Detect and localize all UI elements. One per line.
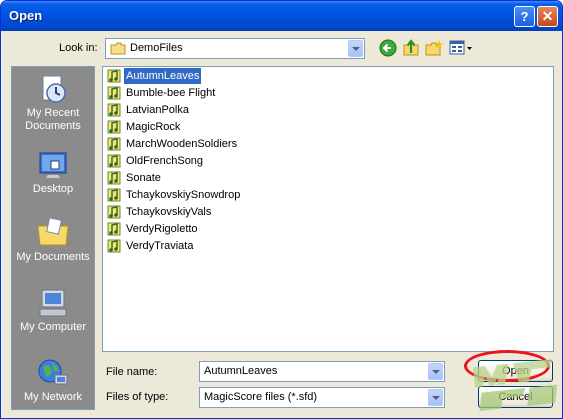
back-icon[interactable] <box>379 39 397 57</box>
file-name-input[interactable]: AutumnLeaves <box>199 361 445 382</box>
magicscore-file-icon <box>107 205 121 219</box>
file-name: VerdyRigoletto <box>126 223 198 235</box>
file-name-label: File name: <box>106 366 158 378</box>
place-my-documents[interactable]: My Documents <box>12 217 94 264</box>
file-name: MarchWoodenSoldiers <box>126 138 238 150</box>
look-in-dropdown[interactable]: DemoFiles <box>105 38 365 59</box>
magicscore-file-icon <box>107 188 121 202</box>
magicscore-file-icon <box>107 222 121 236</box>
file-name: TchaykovskiyVals <box>126 206 212 218</box>
file-name-value: AutumnLeaves <box>204 365 278 377</box>
file-name: Bumble-bee Flight <box>126 87 216 99</box>
magicscore-file-icon <box>107 154 121 168</box>
new-folder-icon[interactable] <box>425 39 443 57</box>
recent-documents-icon <box>42 75 66 103</box>
dialog-title: Open <box>9 8 43 23</box>
help-button[interactable]: ? <box>514 6 535 27</box>
places-bar: My Recent Documents Desktop My Documents <box>11 66 95 410</box>
place-my-network[interactable]: My Network <box>12 357 94 404</box>
place-my-computer[interactable]: My Computer <box>12 287 94 334</box>
close-icon: ✕ <box>541 8 554 24</box>
files-of-type-dropdown[interactable]: MagicScore files (*.sfd) <box>199 387 445 408</box>
file-name: AutumnLeaves <box>124 68 202 84</box>
look-in-value: DemoFiles <box>130 42 183 54</box>
title-bar[interactable]: Open ? ✕ <box>1 1 562 31</box>
look-in-dropdown-button[interactable] <box>348 40 363 57</box>
file-name: VerdyTraviata <box>126 240 194 252</box>
place-label: Desktop <box>32 183 74 195</box>
watermark-logo <box>472 359 558 411</box>
help-icon: ? <box>520 9 529 24</box>
magicscore-file-icon <box>107 69 121 83</box>
magicscore-file-icon <box>107 103 121 117</box>
look-in-label: Look in: <box>59 42 98 54</box>
place-label: My Recent Documents <box>25 107 81 132</box>
my-computer-icon <box>39 289 67 317</box>
files-of-type-value: MagicScore files (*.sfd) <box>204 391 318 403</box>
magicscore-file-icon <box>107 171 121 185</box>
file-name: TchaykovskiySnowdrop <box>126 189 241 201</box>
place-label: My Documents <box>16 251 90 263</box>
place-my-recent-documents[interactable]: My Recent Documents <box>12 73 94 133</box>
magicscore-file-icon <box>107 120 121 134</box>
my-network-icon <box>38 359 68 385</box>
place-label: My Computer <box>19 321 87 333</box>
file-name: OldFrenchSong <box>126 155 204 167</box>
file-name: MagicRock <box>126 121 181 133</box>
magicscore-file-icon <box>107 137 121 151</box>
place-desktop[interactable]: Desktop <box>12 149 94 196</box>
files-of-type-dropdown-button[interactable] <box>428 389 443 406</box>
magicscore-file-icon <box>107 239 121 253</box>
place-label: My Network <box>23 391 83 403</box>
files-of-type-label: Files of type: <box>106 391 169 403</box>
file-name-dropdown-button[interactable] <box>428 363 443 380</box>
my-documents-icon <box>37 217 69 246</box>
open-dialog: Open ? ✕ Look in: DemoFiles My Recent Do… <box>0 0 563 419</box>
file-name: Sonate <box>126 172 161 184</box>
file-name: LatvianPolka <box>126 104 189 116</box>
desktop-icon <box>39 152 67 178</box>
close-button[interactable]: ✕ <box>537 6 558 27</box>
folder-icon <box>110 42 126 55</box>
magicscore-file-icon <box>107 86 121 100</box>
up-folder-icon[interactable] <box>402 39 420 57</box>
file-list[interactable]: AutumnLeaves Bumble-bee Flight LatvianPolk… <box>102 66 554 352</box>
views-menu-icon[interactable] <box>449 39 473 57</box>
